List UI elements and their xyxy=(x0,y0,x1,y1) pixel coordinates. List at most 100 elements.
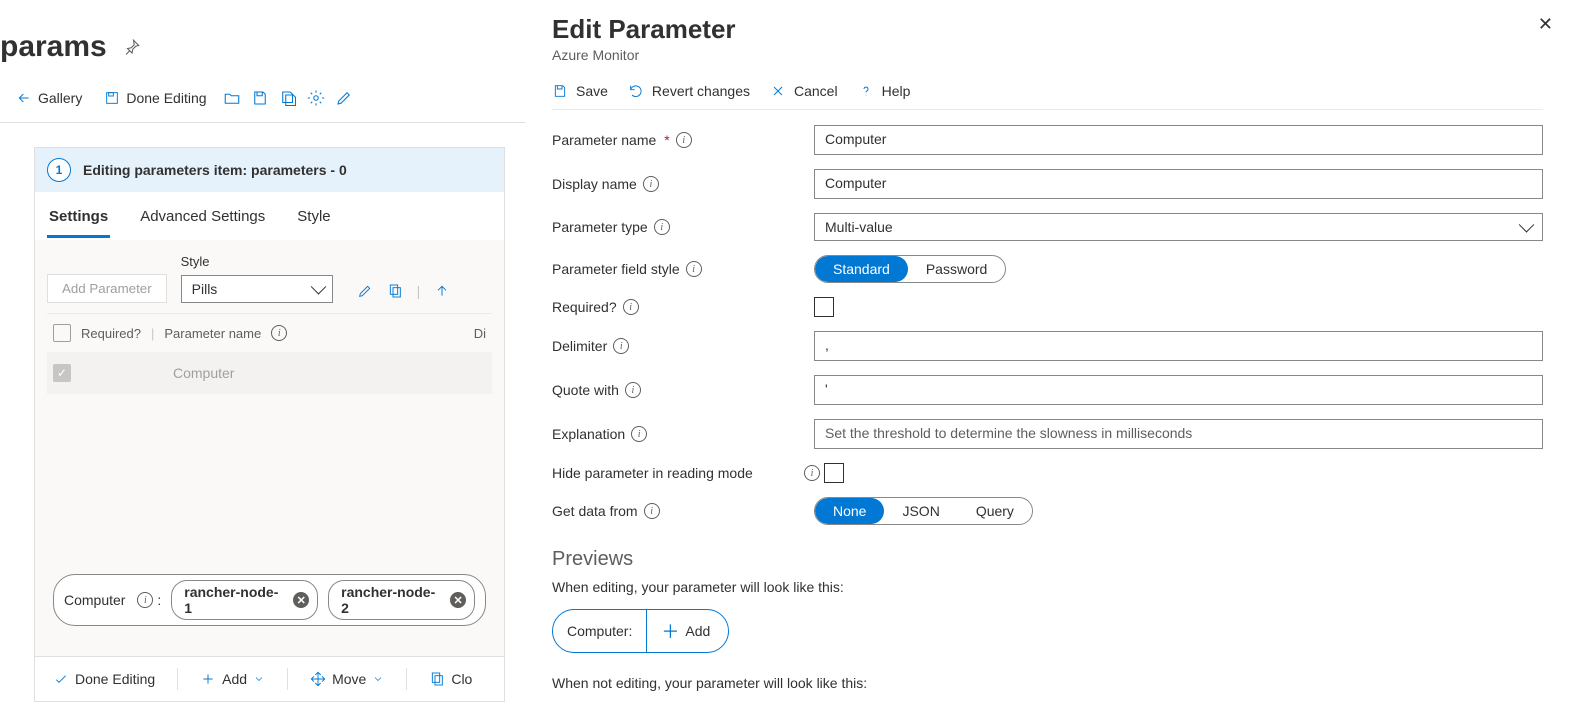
save-label: Save xyxy=(576,83,608,99)
workbook-bottom-toolbar: Done Editing Add Move Clo xyxy=(35,656,504,701)
checkbox-required[interactable] xyxy=(814,297,834,317)
pill-param-label: Computer xyxy=(64,592,127,608)
info-icon[interactable]: i xyxy=(643,176,659,192)
label-field-style: Parameter field style xyxy=(552,261,680,277)
label-delimiter: Delimiter xyxy=(552,338,607,354)
pill-text: rancher-node-1 xyxy=(184,584,285,616)
previews-editing-text: When editing, your parameter will look l… xyxy=(552,579,1543,595)
label-required: Required? xyxy=(552,299,617,315)
save-button[interactable]: Save xyxy=(552,83,608,99)
param-table-header: Required? | Parameter name i Di xyxy=(47,313,492,352)
info-icon[interactable]: i xyxy=(676,132,692,148)
move-bottom-label: Move xyxy=(332,671,366,687)
help-button[interactable]: Help xyxy=(858,83,911,99)
seg-password[interactable]: Password xyxy=(908,256,1005,282)
row-param-name: Computer xyxy=(173,365,234,381)
move-bottom-button[interactable]: Move xyxy=(300,667,394,691)
seg-json[interactable]: JSON xyxy=(884,498,957,524)
checkbox-hide-reading[interactable] xyxy=(824,463,844,483)
col-required: Required? xyxy=(81,326,141,341)
pin-icon[interactable] xyxy=(123,38,141,56)
page-title: params xyxy=(0,30,107,64)
parameter-pill-container[interactable]: Computer i: rancher-node-1 ✕ rancher-nod… xyxy=(53,574,486,626)
col-param-name: Parameter name xyxy=(164,326,261,341)
move-up-icon[interactable] xyxy=(434,283,450,299)
help-label: Help xyxy=(882,83,911,99)
info-icon[interactable]: i xyxy=(644,503,660,519)
gallery-button[interactable]: Gallery xyxy=(10,86,88,110)
add-bottom-button[interactable]: Add xyxy=(190,667,275,691)
remove-pill-icon[interactable]: ✕ xyxy=(450,592,466,608)
row-checkbox[interactable] xyxy=(53,364,71,382)
input-param-name[interactable]: Computer xyxy=(814,125,1543,155)
segmented-field-style: Standard Password xyxy=(814,255,1006,283)
info-icon[interactable]: i xyxy=(613,338,629,354)
style-value: Pills xyxy=(192,281,218,297)
seg-standard[interactable]: Standard xyxy=(815,256,908,282)
settings-icon[interactable] xyxy=(307,89,325,107)
preview-add-button[interactable]: ＋ Add xyxy=(646,610,728,652)
preview-editing-control[interactable]: Computer: ＋ Add xyxy=(552,609,729,653)
done-editing-label: Done Editing xyxy=(126,90,206,106)
info-icon[interactable]: i xyxy=(686,261,702,277)
copy-row-icon[interactable] xyxy=(387,283,403,299)
save-as-icon[interactable] xyxy=(279,89,297,107)
previews-heading: Previews xyxy=(552,548,1543,571)
done-editing-bottom-button[interactable]: Done Editing xyxy=(43,667,165,691)
previews-not-editing-text: When not editing, your parameter will lo… xyxy=(552,675,1543,691)
gallery-label: Gallery xyxy=(38,90,82,106)
info-icon[interactable]: i xyxy=(631,426,647,442)
done-editing-button[interactable]: Done Editing xyxy=(98,86,212,110)
edit-pencil-icon[interactable] xyxy=(335,89,353,107)
param-table-row[interactable]: Computer xyxy=(47,352,492,394)
save-icon[interactable] xyxy=(251,89,269,107)
seg-query[interactable]: Query xyxy=(958,498,1032,524)
cancel-icon xyxy=(770,83,786,99)
save-icon xyxy=(552,83,568,99)
workbook-tabs: Settings Advanced Settings Style xyxy=(35,192,504,240)
pill-text: rancher-node-2 xyxy=(341,584,442,616)
label-hide-reading: Hide parameter in reading mode xyxy=(552,465,753,481)
label-get-data: Get data from xyxy=(552,503,638,519)
pill-value-2[interactable]: rancher-node-2 ✕ xyxy=(328,580,475,620)
main-toolbar: Gallery Done Editing xyxy=(0,74,525,123)
tab-style[interactable]: Style xyxy=(295,202,332,238)
info-icon[interactable]: i xyxy=(623,299,639,315)
preview-label: Computer: xyxy=(553,615,646,647)
revert-button[interactable]: Revert changes xyxy=(628,83,750,99)
label-quote-with: Quote with xyxy=(552,382,619,398)
workbook-header-text: Editing parameters item: parameters - 0 xyxy=(83,162,347,178)
remove-pill-icon[interactable]: ✕ xyxy=(293,592,309,608)
info-icon[interactable]: i xyxy=(804,465,820,481)
preview-add-label: Add xyxy=(685,623,710,639)
seg-none[interactable]: None xyxy=(815,498,884,524)
panel-toolbar: Save Revert changes Cancel Help xyxy=(552,73,1543,110)
cancel-label: Cancel xyxy=(794,83,838,99)
header-checkbox[interactable] xyxy=(53,324,71,342)
info-icon: i xyxy=(271,325,287,341)
help-icon xyxy=(858,83,874,99)
tab-settings[interactable]: Settings xyxy=(47,202,110,238)
label-explanation: Explanation xyxy=(552,426,625,442)
open-icon[interactable] xyxy=(223,89,241,107)
panel-subtitle: Azure Monitor xyxy=(552,47,1543,63)
select-param-type[interactable]: Multi-value xyxy=(814,213,1543,241)
edit-row-icon[interactable] xyxy=(357,283,373,299)
label-param-name: Parameter name xyxy=(552,132,656,148)
input-explanation[interactable]: Set the threshold to determine the slown… xyxy=(814,419,1543,449)
cancel-button[interactable]: Cancel xyxy=(770,83,838,99)
pill-value-1[interactable]: rancher-node-1 ✕ xyxy=(171,580,318,620)
required-asterisk: * xyxy=(664,132,669,148)
input-delimiter[interactable]: , xyxy=(814,331,1543,361)
info-icon[interactable]: i xyxy=(654,219,670,235)
info-icon[interactable]: i xyxy=(625,382,641,398)
input-display-name[interactable]: Computer xyxy=(814,169,1543,199)
input-quote-with[interactable]: ' xyxy=(814,375,1543,405)
clone-bottom-button[interactable]: Clo xyxy=(419,667,482,691)
background-page: params Gallery Done Editing 1 Editing pa… xyxy=(0,0,525,728)
segmented-get-data: None JSON Query xyxy=(814,497,1033,525)
tab-advanced-settings[interactable]: Advanced Settings xyxy=(138,202,267,238)
close-panel-button[interactable]: ✕ xyxy=(1538,14,1553,35)
style-select[interactable]: Pills xyxy=(181,275,333,303)
label-param-type: Parameter type xyxy=(552,219,648,235)
